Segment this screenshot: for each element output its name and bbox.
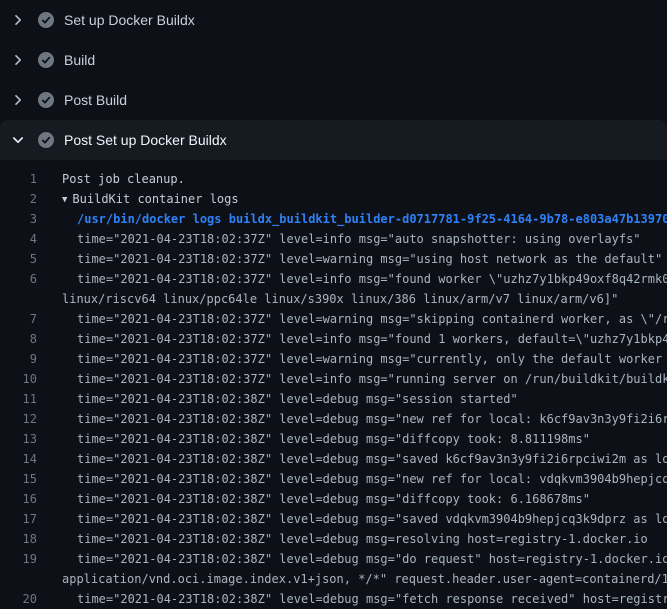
log-line: 8 time="2021-04-23T18:02:37Z" level=info … bbox=[0, 329, 667, 349]
log-line-text: time="2021-04-23T18:02:38Z" level=debug … bbox=[77, 429, 590, 449]
step-row-post-build[interactable]: Post Build bbox=[0, 80, 667, 120]
log-line-text: time="2021-04-23T18:02:37Z" level=warnin… bbox=[77, 349, 667, 369]
log-line: 15 time="2021-04-23T18:02:38Z" level=debu… bbox=[0, 469, 667, 489]
log-line-number[interactable]: 10 bbox=[0, 369, 37, 389]
log-line: 19 time="2021-04-23T18:02:38Z" level=debu… bbox=[0, 549, 667, 569]
log-line-number[interactable]: 20 bbox=[0, 589, 37, 609]
log-line-text: time="2021-04-23T18:02:38Z" level=debug … bbox=[77, 469, 667, 489]
log-line-text: time="2021-04-23T18:02:38Z" level=debug … bbox=[77, 449, 667, 469]
log-line-number[interactable]: 19 bbox=[0, 549, 37, 569]
chevron-right-icon[interactable] bbox=[10, 92, 26, 108]
step-row-post-set-up-docker-buildx[interactable]: Post Set up Docker Buildx bbox=[0, 120, 667, 160]
log-line-text: time="2021-04-23T18:02:38Z" level=debug … bbox=[77, 489, 590, 509]
log-line-number bbox=[0, 289, 37, 309]
log-line-text: time="2021-04-23T18:02:38Z" level=debug … bbox=[77, 549, 667, 569]
step-label: Build bbox=[64, 52, 95, 68]
actions-log-panel: Set up Docker Buildx Build Post Build Post … bbox=[0, 0, 667, 600]
log-line-number[interactable]: 9 bbox=[0, 349, 37, 369]
log-line: 10 time="2021-04-23T18:02:37Z" level=info… bbox=[0, 369, 667, 389]
log-line-text: time="2021-04-23T18:02:38Z" level=debug … bbox=[77, 509, 667, 529]
check-circle-icon bbox=[38, 132, 54, 148]
log-line-number[interactable]: 12 bbox=[0, 409, 37, 429]
log-line: 1 Post job cleanup. bbox=[0, 169, 667, 189]
log-viewer: 1 Post job cleanup. 2 ▼ BuildKit container l… bbox=[0, 160, 667, 609]
log-line-text: time="2021-04-23T18:02:37Z" level=warnin… bbox=[77, 249, 662, 269]
log-line: linux/riscv64 linux/ppc64le linux/s390x … bbox=[0, 289, 667, 309]
log-line: 2 ▼ BuildKit container logs bbox=[0, 189, 667, 209]
log-line-number[interactable]: 15 bbox=[0, 469, 37, 489]
log-line: 9 time="2021-04-23T18:02:37Z" level=warni… bbox=[0, 349, 667, 369]
log-line-text: ▼ BuildKit container logs bbox=[62, 189, 239, 209]
log-line-number bbox=[0, 569, 37, 589]
log-line: 3/usr/bin/docker logs buildx_buildkit_bu… bbox=[0, 209, 667, 229]
log-line: 18 time="2021-04-23T18:02:38Z" level=debu… bbox=[0, 529, 667, 549]
log-line: 6 time="2021-04-23T18:02:37Z" level=info … bbox=[0, 269, 667, 289]
chevron-down-icon[interactable] bbox=[10, 132, 26, 148]
log-line-number[interactable]: 7 bbox=[0, 309, 37, 329]
log-line-text: time="2021-04-23T18:02:38Z" level=debug … bbox=[77, 529, 648, 549]
log-line-number[interactable]: 8 bbox=[0, 329, 37, 349]
step-row-build[interactable]: Build bbox=[0, 40, 667, 80]
log-line-text: linux/riscv64 linux/ppc64le linux/s390x … bbox=[62, 289, 618, 309]
step-label: Set up Docker Buildx bbox=[64, 12, 195, 28]
log-line: 12 time="2021-04-23T18:02:38Z" level=debu… bbox=[0, 409, 667, 429]
log-line: application/vnd.oci.image.index.v1+json,… bbox=[0, 569, 667, 589]
log-line-text: Post job cleanup. bbox=[62, 169, 185, 189]
log-line-text: time="2021-04-23T18:02:37Z" level=warnin… bbox=[77, 309, 667, 329]
log-line: 11 time="2021-04-23T18:02:38Z" level=debu… bbox=[0, 389, 667, 409]
log-line: 13 time="2021-04-23T18:02:38Z" level=debu… bbox=[0, 429, 667, 449]
log-line-number[interactable]: 1 bbox=[0, 169, 37, 189]
check-circle-icon bbox=[38, 52, 54, 68]
log-line-text: time="2021-04-23T18:02:37Z" level=info m… bbox=[77, 329, 667, 349]
log-line: 4 time="2021-04-23T18:02:37Z" level=info … bbox=[0, 229, 667, 249]
log-line-number[interactable]: 5 bbox=[0, 249, 37, 269]
check-circle-icon bbox=[38, 12, 54, 28]
log-line: 14 time="2021-04-23T18:02:38Z" level=debu… bbox=[0, 449, 667, 469]
log-line-number[interactable]: 4 bbox=[0, 229, 37, 249]
log-line-text: time="2021-04-23T18:02:38Z" level=debug … bbox=[77, 389, 518, 409]
log-line-text: time="2021-04-23T18:02:37Z" level=info m… bbox=[77, 269, 667, 289]
log-line-number[interactable]: 13 bbox=[0, 429, 37, 449]
step-label: Post Build bbox=[64, 92, 127, 108]
log-line-text: time="2021-04-23T18:02:37Z" level=info m… bbox=[77, 229, 641, 249]
log-line: 16 time="2021-04-23T18:02:38Z" level=debu… bbox=[0, 489, 667, 509]
log-line-number[interactable]: 14 bbox=[0, 449, 37, 469]
log-line-number[interactable]: 16 bbox=[0, 489, 37, 509]
log-line-text: application/vnd.oci.image.index.v1+json,… bbox=[62, 569, 667, 589]
log-line-number[interactable]: 6 bbox=[0, 269, 37, 289]
check-circle-icon bbox=[38, 92, 54, 108]
step-label: Post Set up Docker Buildx bbox=[64, 132, 227, 148]
log-line: 17 time="2021-04-23T18:02:38Z" level=debu… bbox=[0, 509, 667, 529]
log-line-number[interactable]: 18 bbox=[0, 529, 37, 549]
step-row-set-up-docker-buildx[interactable]: Set up Docker Buildx bbox=[0, 0, 667, 40]
chevron-right-icon[interactable] bbox=[10, 12, 26, 28]
log-line-number[interactable]: 17 bbox=[0, 509, 37, 529]
chevron-right-icon[interactable] bbox=[10, 52, 26, 68]
log-line-number[interactable]: 2 bbox=[0, 189, 37, 209]
log-line-number[interactable]: 11 bbox=[0, 389, 37, 409]
log-line: 7 time="2021-04-23T18:02:37Z" level=warni… bbox=[0, 309, 667, 329]
steps-list: Set up Docker Buildx Build Post Build Post … bbox=[0, 0, 667, 160]
log-line: 20 time="2021-04-23T18:02:38Z" level=debu… bbox=[0, 589, 667, 609]
group-title: BuildKit container logs bbox=[72, 192, 238, 206]
log-line-text: time="2021-04-23T18:02:38Z" level=debug … bbox=[77, 409, 667, 429]
log-line: 5 time="2021-04-23T18:02:37Z" level=warni… bbox=[0, 249, 667, 269]
log-line-text: time="2021-04-23T18:02:37Z" level=info m… bbox=[77, 369, 667, 389]
log-line-text: time="2021-04-23T18:02:38Z" level=debug … bbox=[77, 589, 667, 609]
log-line-number[interactable]: 3 bbox=[0, 209, 37, 229]
collapse-triangle-icon[interactable]: ▼ bbox=[62, 190, 67, 210]
log-command-text: /usr/bin/docker logs buildx_buildkit_bui… bbox=[77, 209, 667, 229]
